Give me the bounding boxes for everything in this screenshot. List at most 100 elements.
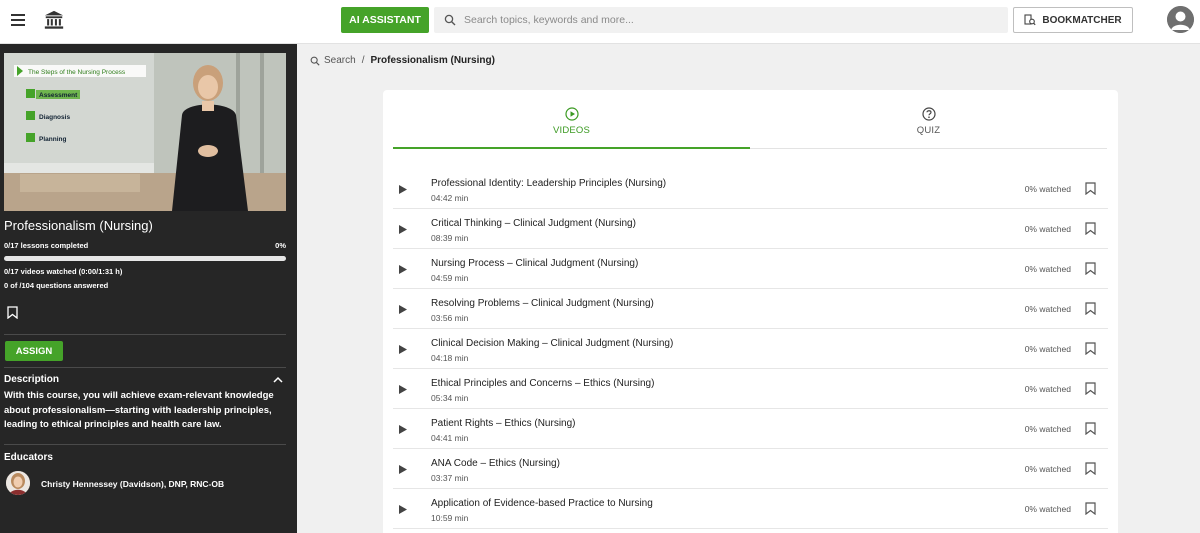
- chevron-up-icon[interactable]: [273, 376, 283, 384]
- video-title[interactable]: ANA Code – Ethics (Nursing): [431, 458, 560, 469]
- bookmark-icon[interactable]: [1085, 182, 1096, 195]
- video-title[interactable]: Critical Thinking – Clinical Judgment (N…: [431, 218, 636, 229]
- play-icon[interactable]: [399, 505, 407, 514]
- slide-step-1: Assessment: [39, 92, 78, 99]
- video-row[interactable]: Resolving Problems – Clinical Judgment (…: [393, 289, 1108, 329]
- course-sidebar: The Steps of the Nursing Process Assessm…: [0, 44, 297, 533]
- search-icon: [444, 14, 456, 26]
- bookmark-icon[interactable]: [1085, 302, 1096, 315]
- video-watched-status: 0% watched: [1024, 264, 1071, 274]
- play-icon[interactable]: [399, 345, 407, 354]
- video-watched-status: 0% watched: [1024, 344, 1071, 354]
- tab-videos[interactable]: VIDEOS: [393, 107, 750, 149]
- video-title[interactable]: Resolving Problems – Clinical Judgment (…: [431, 298, 654, 309]
- video-duration: 05:34 min: [431, 393, 469, 403]
- video-duration: 08:39 min: [431, 233, 469, 243]
- sidebar-divider: [4, 367, 286, 368]
- bookmark-icon[interactable]: [1085, 502, 1096, 515]
- play-icon[interactable]: [399, 425, 407, 434]
- video-duration: 10:59 min: [431, 513, 469, 523]
- search-input[interactable]: [464, 14, 984, 26]
- top-bar: AI ASSISTANT BOOKMATCHER: [0, 0, 1200, 44]
- play-icon[interactable]: [399, 265, 407, 274]
- video-watched-status: 0% watched: [1024, 424, 1071, 434]
- video-list: Professional Identity: Leadership Princi…: [393, 169, 1108, 529]
- menu-icon[interactable]: [11, 14, 25, 26]
- bookmark-icon[interactable]: [1085, 342, 1096, 355]
- video-title[interactable]: Ethical Principles and Concerns – Ethics…: [431, 378, 654, 389]
- breadcrumb: Search / Professionalism (Nursing): [310, 55, 495, 66]
- bookmark-icon[interactable]: [1085, 462, 1096, 475]
- tab-quiz[interactable]: QUIZ: [750, 107, 1107, 149]
- video-duration: 03:56 min: [431, 313, 469, 323]
- questions-answered: 0 of /104 questions answered: [4, 281, 109, 290]
- breadcrumb-separator: /: [361, 55, 365, 66]
- play-icon[interactable]: [399, 305, 407, 314]
- video-row[interactable]: Professional Identity: Leadership Princi…: [393, 169, 1108, 209]
- video-title[interactable]: Application of Evidence-based Practice t…: [431, 498, 653, 509]
- video-duration: 04:18 min: [431, 353, 469, 363]
- video-title[interactable]: Patient Rights – Ethics (Nursing): [431, 418, 576, 429]
- video-duration: 04:42 min: [431, 193, 469, 203]
- bookmark-icon[interactable]: [1085, 382, 1096, 395]
- play-icon[interactable]: [399, 225, 407, 234]
- educator-avatar[interactable]: [6, 471, 30, 495]
- sidebar-divider: [4, 334, 286, 335]
- video-duration: 03:37 min: [431, 473, 469, 483]
- ai-assistant-button[interactable]: AI ASSISTANT: [341, 7, 429, 33]
- description-text: With this course, you will achieve exam-…: [4, 390, 274, 430]
- bookmatcher-icon: [1024, 14, 1036, 26]
- breadcrumb-current: Professionalism (Nursing): [370, 55, 495, 66]
- video-row[interactable]: Ethical Principles and Concerns – Ethics…: [393, 369, 1108, 409]
- video-watched-status: 0% watched: [1024, 504, 1071, 514]
- breadcrumb-search-link[interactable]: Search: [324, 55, 356, 66]
- video-watched-status: 0% watched: [1024, 304, 1071, 314]
- assign-button[interactable]: ASSIGN: [5, 341, 63, 361]
- play-circle-icon: [564, 107, 579, 121]
- tab-videos-label: VIDEOS: [552, 125, 591, 136]
- slide-step-2: Diagnosis: [39, 114, 70, 121]
- video-watched-status: 0% watched: [1024, 464, 1071, 474]
- video-row[interactable]: Application of Evidence-based Practice t…: [393, 489, 1108, 529]
- search-icon: [310, 56, 320, 66]
- course-video-thumbnail[interactable]: The Steps of the Nursing Process Assessm…: [4, 53, 286, 211]
- slide-step-3: Planning: [39, 136, 66, 143]
- search-bar[interactable]: [434, 7, 1008, 33]
- video-row[interactable]: Nursing Process – Clinical Judgment (Nur…: [393, 249, 1108, 289]
- course-progress-bar: [4, 256, 286, 261]
- video-duration: 04:59 min: [431, 273, 469, 283]
- play-icon[interactable]: [399, 185, 407, 194]
- video-title[interactable]: Professional Identity: Leadership Princi…: [431, 178, 666, 189]
- progress-percent: 0%: [275, 241, 286, 250]
- lessons-progress-row: 0/17 lessons completed 0%: [4, 241, 286, 250]
- user-avatar-icon[interactable]: [1167, 6, 1194, 33]
- question-circle-icon: [921, 107, 936, 121]
- tab-quiz-label: QUIZ: [916, 125, 941, 136]
- slide-title: The Steps of the Nursing Process: [28, 69, 126, 76]
- video-row[interactable]: Clinical Decision Making – Clinical Judg…: [393, 329, 1108, 369]
- video-watched-status: 0% watched: [1024, 384, 1071, 394]
- video-watched-status: 0% watched: [1024, 184, 1071, 194]
- course-title: Professionalism (Nursing): [4, 218, 153, 233]
- bookmatcher-label: BOOKMATCHER: [1042, 14, 1122, 26]
- play-icon[interactable]: [399, 465, 407, 474]
- video-row[interactable]: ANA Code – Ethics (Nursing) 03:37 min 0%…: [393, 449, 1108, 489]
- library-logo-icon[interactable]: [43, 9, 65, 31]
- educator-name[interactable]: Christy Hennessey (Davidson), DNP, RNC-O…: [41, 479, 224, 489]
- educators-heading: Educators: [4, 452, 53, 463]
- videos-watched: 0/17 videos watched (0:00/1:31 h): [4, 267, 123, 276]
- video-title[interactable]: Clinical Decision Making – Clinical Judg…: [431, 338, 673, 349]
- video-title[interactable]: Nursing Process – Clinical Judgment (Nur…: [431, 258, 638, 269]
- bookmark-icon[interactable]: [1085, 262, 1096, 275]
- video-row[interactable]: Critical Thinking – Clinical Judgment (N…: [393, 209, 1108, 249]
- bookmark-icon[interactable]: [1085, 222, 1096, 235]
- video-row[interactable]: Patient Rights – Ethics (Nursing) 04:41 …: [393, 409, 1108, 449]
- lessons-completed: 0/17 lessons completed: [4, 241, 89, 250]
- bookmark-icon[interactable]: [1085, 422, 1096, 435]
- sidebar-divider: [4, 444, 286, 445]
- bookmark-icon[interactable]: [7, 306, 18, 319]
- course-content-card: VIDEOS QUIZ Professional Identity: Leade…: [383, 90, 1118, 533]
- bookmatcher-button[interactable]: BOOKMATCHER: [1013, 7, 1133, 33]
- play-icon[interactable]: [399, 385, 407, 394]
- description-heading: Description: [4, 374, 60, 385]
